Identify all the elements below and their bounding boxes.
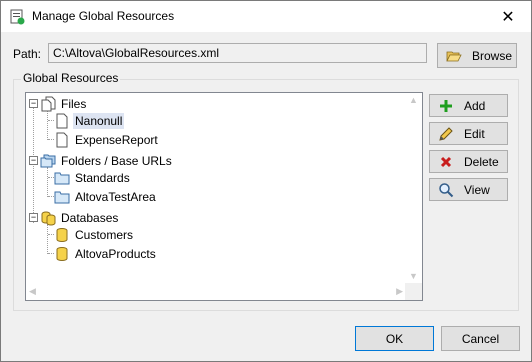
collapse-toggle[interactable]: − <box>29 156 38 165</box>
browse-label: Browse <box>472 48 513 63</box>
add-button[interactable]: Add <box>429 94 508 117</box>
window-title: Manage Global Resources <box>32 9 175 23</box>
scroll-down-icon[interactable]: ▼ <box>409 271 418 281</box>
tree-node-standards[interactable]: Standards <box>54 169 132 187</box>
files-icon <box>41 96 56 112</box>
title-bar: Manage Global Resources ✕ <box>1 1 531 32</box>
tree-node-customers[interactable]: Customers <box>54 226 135 244</box>
edit-button[interactable]: Edit <box>429 122 508 145</box>
delete-button[interactable]: Delete <box>429 150 508 173</box>
tree-node-expensereport[interactable]: ExpenseReport <box>54 131 160 149</box>
tree-line <box>33 108 34 223</box>
tree-node-altovatestarea[interactable]: AltovaTestArea <box>54 188 158 206</box>
tree-node-files[interactable]: Files <box>40 95 88 113</box>
plus-icon <box>440 99 452 112</box>
tree-node-nanonull[interactable]: Nanonull <box>54 112 125 130</box>
folders-icon <box>40 154 56 168</box>
horizontal-scrollbar[interactable]: ◀ ▶ <box>26 283 406 300</box>
scroll-left-icon[interactable]: ◀ <box>29 286 36 297</box>
database-icon <box>56 228 68 243</box>
ok-button[interactable]: OK <box>355 326 434 351</box>
folder-icon <box>54 172 70 185</box>
tree-node-databases[interactable]: Databases <box>40 209 120 227</box>
pencil-icon <box>439 126 453 141</box>
tree-line <box>47 224 48 254</box>
file-icon <box>56 113 68 129</box>
resource-tree[interactable]: − Files Nanonull ExpenseReport − Folders… <box>25 92 423 301</box>
scroll-up-icon[interactable]: ▲ <box>409 95 418 105</box>
file-icon <box>56 132 68 148</box>
tree-line <box>47 110 48 140</box>
path-label: Path: <box>13 47 42 61</box>
collapse-toggle[interactable]: − <box>29 213 38 222</box>
delete-x-icon <box>440 156 452 167</box>
databases-icon <box>41 211 56 226</box>
folder-open-icon <box>446 51 462 61</box>
tree-node-folders[interactable]: Folders / Base URLs <box>40 152 174 170</box>
cancel-button[interactable]: Cancel <box>441 326 520 351</box>
scroll-right-icon[interactable]: ▶ <box>396 286 403 297</box>
collapse-toggle[interactable]: − <box>29 99 38 108</box>
close-icon: ✕ <box>501 8 515 26</box>
folder-icon <box>54 191 70 204</box>
scrollbar-corner <box>405 283 422 300</box>
browse-button[interactable]: Browse <box>437 43 517 68</box>
vertical-scrollbar[interactable]: ▲ ▼ <box>405 93 422 283</box>
group-title: Global Resources <box>21 71 121 85</box>
database-icon <box>56 247 68 262</box>
tree-line <box>47 167 48 197</box>
view-button[interactable]: View <box>429 178 508 201</box>
path-field[interactable]: C:\Altova\GlobalResources.xml <box>48 43 427 63</box>
magnifier-icon <box>439 182 454 197</box>
manage-global-resources-dialog: Manage Global Resources ✕ Path: C:\Altov… <box>0 0 532 362</box>
tree-node-altovaproducts[interactable]: AltovaProducts <box>54 245 158 263</box>
app-icon <box>10 9 25 25</box>
close-button[interactable]: ✕ <box>485 1 531 32</box>
